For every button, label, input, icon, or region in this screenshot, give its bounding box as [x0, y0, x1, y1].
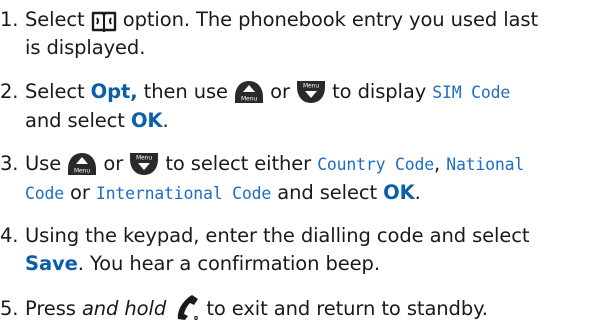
- lcd-text-sim-code: SIM Code: [432, 83, 511, 102]
- svg-text:Menu: Menu: [303, 83, 319, 90]
- up-menu-button-icon: Menu: [234, 80, 264, 104]
- step-text: option. The phonebook entry you used las…: [122, 8, 539, 31]
- lcd-text-country-code: Country Code: [317, 155, 434, 174]
- step-text-continued: . You hear a confirmation beep.: [77, 252, 380, 275]
- step-text: Select: [25, 8, 85, 31]
- phonebook-icon: [91, 10, 117, 32]
- svg-text:Menu: Menu: [136, 155, 152, 162]
- step-text: or: [270, 80, 290, 103]
- step-number: 3.: [0, 152, 19, 175]
- step-text: Using the keypad, enter the dialling cod…: [25, 224, 530, 247]
- step-4: 4. Using the keypad, enter the dialling c…: [0, 222, 598, 278]
- step-text: Press: [25, 297, 76, 320]
- instruction-steps: 1. Select option. The phonebook entry you…: [0, 0, 601, 327]
- up-menu-button-icon: Menu: [67, 152, 97, 176]
- punctuation: .: [162, 109, 169, 132]
- step-number: 2.: [0, 80, 19, 103]
- svg-text:Menu: Menu: [74, 168, 90, 175]
- punctuation: .: [414, 181, 421, 204]
- down-menu-button-icon: Menu: [129, 152, 159, 176]
- step-1: 1. Select option. The phonebook entry you…: [0, 6, 598, 62]
- step-text: and select: [277, 181, 378, 204]
- save-softkey-label: Save: [25, 252, 78, 275]
- step-5: 5. Press and hold to exit and return to s…: [0, 293, 598, 323]
- ok-softkey-label: OK: [383, 181, 415, 204]
- step-text: or: [70, 181, 90, 204]
- lcd-text-code: Code: [25, 184, 64, 203]
- step-text: Select: [25, 80, 85, 103]
- step-3: 3. Use Menu or Menu to select either Coun…: [0, 150, 598, 208]
- step-text-continued: and select: [25, 109, 125, 132]
- step-text: to exit and return to standby.: [206, 297, 488, 320]
- down-menu-button-icon: Menu: [296, 80, 326, 104]
- punctuation: ,: [434, 152, 441, 175]
- step-number: 4.: [0, 224, 19, 247]
- step-text-continued: is displayed.: [25, 36, 146, 59]
- step-number: 1.: [0, 8, 19, 31]
- step-text: to select either: [165, 152, 312, 175]
- lcd-text-national: National: [446, 155, 525, 174]
- step-number: 5.: [0, 297, 19, 320]
- step-text: Use: [25, 152, 62, 175]
- lcd-text-international-code: International Code: [95, 184, 272, 203]
- svg-text:Menu: Menu: [241, 96, 257, 103]
- step-text: or: [103, 152, 124, 175]
- step-text: then use: [143, 80, 228, 103]
- step-2: 2. Select Opt, then use Menu or Menu to d…: [0, 78, 598, 135]
- end-call-icon: [172, 293, 200, 321]
- emphasis-text: and hold: [81, 297, 167, 320]
- step-text: to display: [332, 80, 427, 103]
- ok-softkey-label: OK: [130, 109, 163, 132]
- opt-softkey-label: Opt,: [90, 80, 138, 103]
